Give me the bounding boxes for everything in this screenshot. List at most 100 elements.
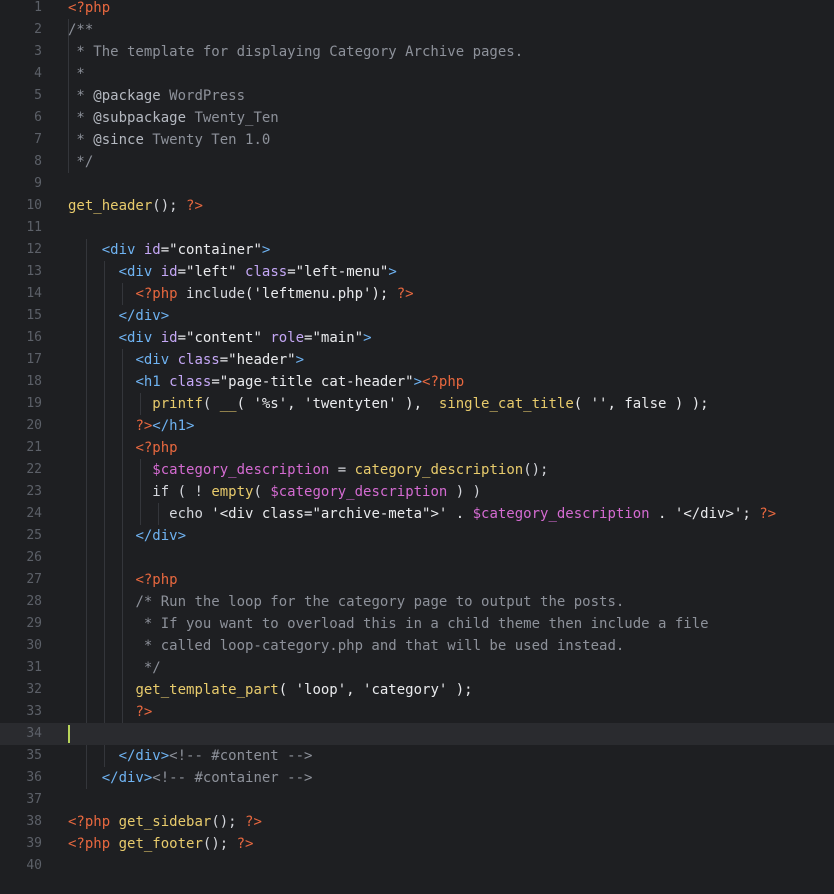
code-line[interactable]: 19 printf( __( '%s', 'twentyten' ), sing… bbox=[0, 393, 834, 415]
code-text: * @since Twenty Ten 1.0 bbox=[68, 129, 270, 151]
code-token: > bbox=[388, 264, 397, 280]
code-line[interactable]: 8 */ bbox=[0, 151, 834, 173]
code-editor[interactable]: 1 <?php 2 /** 3 * The template for displayin… bbox=[0, 0, 834, 894]
code-text: if ( ! empty( $category_description ) ) bbox=[68, 481, 481, 503]
code-line[interactable]: 5 * @package WordPress bbox=[0, 85, 834, 107]
line-number: 1 bbox=[34, 0, 42, 15]
code-line[interactable]: 20 ?></h1> bbox=[0, 415, 834, 437]
code-token: get_template_part bbox=[135, 682, 279, 698]
code-token: ?> bbox=[135, 418, 153, 434]
line-number: 30 bbox=[26, 638, 42, 653]
code-line[interactable]: 10 get_header(); ?> bbox=[0, 195, 834, 217]
code-line[interactable]: 4 * bbox=[0, 63, 834, 85]
code-line[interactable]: 37 bbox=[0, 789, 834, 811]
code-token: * If you want to overload this in a chil… bbox=[143, 616, 709, 632]
code-token: </div> bbox=[101, 770, 153, 786]
code-line[interactable]: 2 /** bbox=[0, 19, 834, 41]
code-line[interactable]: 6 * @subpackage Twenty_Ten bbox=[0, 107, 834, 129]
code-token: get_footer bbox=[118, 836, 203, 852]
code-line[interactable]: 13 <div id="left" class="left-menu"> bbox=[0, 261, 834, 283]
code-token: = bbox=[329, 462, 355, 478]
line-number: 2 bbox=[34, 22, 42, 37]
code-line[interactable]: 35 </div><!-- #content --> bbox=[0, 745, 834, 767]
line-number: 40 bbox=[26, 858, 42, 873]
code-token: get_sidebar bbox=[118, 814, 212, 830]
code-token: <?php bbox=[68, 836, 111, 852]
code-line[interactable]: 3 * The template for displaying Category… bbox=[0, 41, 834, 63]
code-token: <?php bbox=[135, 572, 178, 588]
line-number: 25 bbox=[26, 528, 42, 543]
code-line[interactable]: 34 bbox=[0, 723, 834, 745]
code-line[interactable]: 30 * called loop-category.php and that w… bbox=[0, 635, 834, 657]
line-number: 31 bbox=[26, 660, 42, 675]
code-token: ?> bbox=[759, 506, 777, 522]
code-line[interactable]: 31 */ bbox=[0, 657, 834, 679]
code-line[interactable]: 40 bbox=[0, 855, 834, 877]
code-token: > bbox=[261, 242, 271, 258]
code-line[interactable]: 32 get_template_part( 'loop', 'category'… bbox=[0, 679, 834, 701]
code-token: id bbox=[135, 242, 161, 258]
code-token: ="page-title cat-header" bbox=[211, 374, 414, 390]
line-number: 8 bbox=[34, 154, 42, 169]
code-token: ( '', false ) ); bbox=[573, 396, 709, 412]
code-line[interactable]: 38 <?php get_sidebar(); ?> bbox=[0, 811, 834, 833]
code-text: */ bbox=[68, 151, 93, 173]
code-token: > bbox=[363, 330, 372, 346]
code-line[interactable]: 22 $category_description = category_desc… bbox=[0, 459, 834, 481]
code-line[interactable]: 14 <?php include('leftmenu.php'); ?> bbox=[0, 283, 834, 305]
code-token: > bbox=[413, 374, 423, 390]
code-token: ( bbox=[202, 396, 220, 412]
code-line[interactable]: 15 </div> bbox=[0, 305, 834, 327]
code-token: <?php bbox=[68, 814, 111, 830]
code-token: if ( ! bbox=[152, 484, 212, 500]
code-token: ( 'loop', 'category' ); bbox=[278, 682, 473, 698]
code-token: (); bbox=[523, 462, 549, 478]
code-token: ('leftmenu.php'); bbox=[245, 286, 397, 302]
code-line[interactable]: 21 <?php bbox=[0, 437, 834, 459]
line-number: 6 bbox=[34, 110, 42, 125]
code-line[interactable]: 7 * @since Twenty Ten 1.0 bbox=[0, 129, 834, 151]
line-number: 37 bbox=[26, 792, 42, 807]
code-line[interactable]: 26 bbox=[0, 547, 834, 569]
code-line[interactable]: 24 echo '<div class="archive-meta">' . $… bbox=[0, 503, 834, 525]
code-line[interactable]: 39 <?php get_footer(); ?> bbox=[0, 833, 834, 855]
line-number: 11 bbox=[26, 220, 42, 235]
code-token: </div> bbox=[118, 748, 170, 764]
code-line[interactable]: 33 ?> bbox=[0, 701, 834, 723]
code-token: * bbox=[68, 66, 85, 82]
code-line[interactable]: 11 bbox=[0, 217, 834, 239]
code-line[interactable]: 27 <?php bbox=[0, 569, 834, 591]
code-line[interactable]: 25 </div> bbox=[0, 525, 834, 547]
code-line[interactable]: 17 <div class="header"> bbox=[0, 349, 834, 371]
code-token: <div bbox=[118, 264, 153, 280]
code-token: Twenty Ten 1.0 bbox=[143, 132, 271, 148]
code-line[interactable]: 29 * If you want to overload this in a c… bbox=[0, 613, 834, 635]
line-number: 27 bbox=[26, 572, 42, 587]
code-line[interactable]: 12 <div id="container"> bbox=[0, 239, 834, 261]
code-line[interactable]: 36 </div><!-- #container --> bbox=[0, 767, 834, 789]
code-token: * bbox=[68, 132, 94, 148]
code-text: * called loop-category.php and that will… bbox=[68, 635, 624, 657]
code-token: $category_description bbox=[270, 484, 448, 500]
code-text: echo '<div class="archive-meta">' . $cat… bbox=[68, 503, 776, 525]
code-token: __ bbox=[219, 396, 237, 412]
code-line[interactable]: 1 <?php bbox=[0, 0, 834, 19]
code-line[interactable]: 9 bbox=[0, 173, 834, 195]
code-text: <?php bbox=[68, 569, 178, 591]
code-line[interactable]: 28 /* Run the loop for the category page… bbox=[0, 591, 834, 613]
code-line[interactable]: 16 <div id="content" role="main"> bbox=[0, 327, 834, 349]
code-token: * called loop-category.php and that will… bbox=[143, 638, 625, 654]
code-token: $category_description bbox=[472, 506, 650, 522]
code-line[interactable]: 18 <h1 class="page-title cat-header"><?p… bbox=[0, 371, 834, 393]
code-line[interactable]: 23 if ( ! empty( $category_description )… bbox=[0, 481, 834, 503]
